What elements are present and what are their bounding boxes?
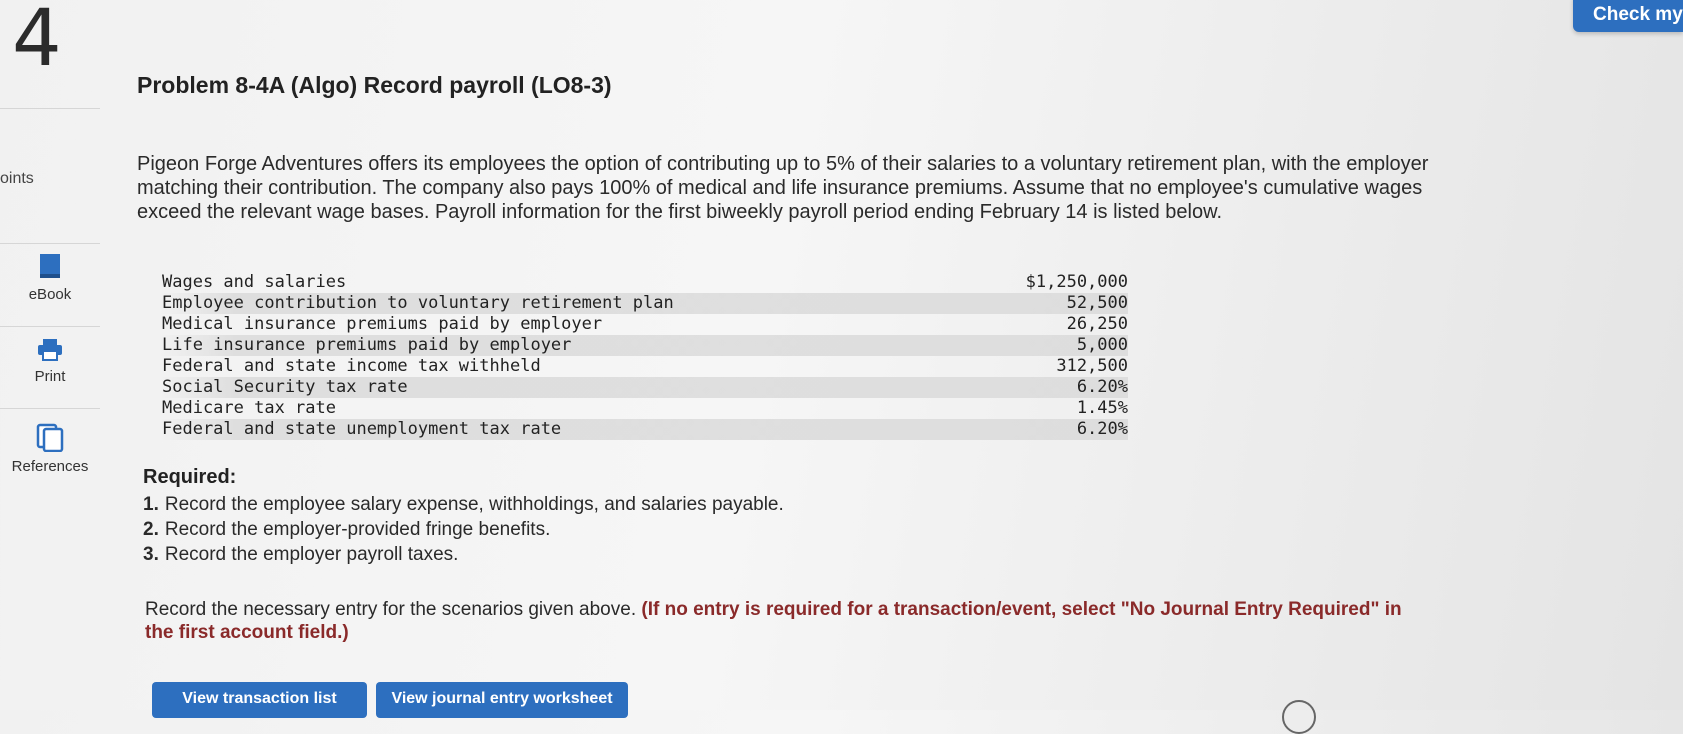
requirement-number: 1.	[143, 494, 159, 515]
sidebar-divider	[0, 243, 100, 244]
points-label: oints	[0, 170, 34, 187]
book-icon	[40, 254, 60, 278]
sidebar-item-print[interactable]: Print	[0, 338, 100, 385]
table-row: Wages and salaries $1,250,000	[158, 272, 1128, 293]
partial-circle-icon	[1282, 700, 1316, 734]
row-value: 6.20%	[1076, 419, 1128, 439]
printer-icon	[38, 339, 62, 361]
payroll-data-table: Wages and salaries $1,250,000 Employee c…	[158, 272, 1128, 440]
sidebar-divider	[0, 108, 100, 109]
page-title: Problem 8-4A (Algo) Record payroll (LO8-…	[137, 72, 612, 98]
row-label: Life insurance premiums paid by employer	[162, 335, 572, 355]
requirement-number: 2.	[143, 519, 159, 540]
required-heading: Required:	[143, 466, 237, 488]
table-row: Medical insurance premiums paid by emplo…	[158, 314, 1128, 335]
row-value: 52,500	[1066, 293, 1128, 313]
row-label: Federal and state unemployment tax rate	[162, 419, 562, 439]
list-item: 2. Record the employer-provided fringe be…	[143, 517, 784, 542]
instruction-text: Record the necessary entry for the scena…	[145, 599, 637, 620]
row-value: $1,250,000	[1025, 272, 1128, 292]
list-item: 3. Record the employer payroll taxes.	[143, 542, 784, 567]
requirement-text: Record the employer payroll taxes.	[164, 544, 459, 565]
problem-description: Pigeon Forge Adventures offers its emplo…	[137, 153, 1429, 223]
question-number: 4	[12, 0, 62, 84]
table-row: Social Security tax rate 6.20%	[158, 377, 1128, 398]
table-row: Federal and state income tax withheld 31…	[158, 356, 1128, 377]
row-label: Social Security tax rate	[162, 377, 408, 397]
row-label: Medical insurance premiums paid by emplo…	[162, 314, 603, 334]
check-my-work-button[interactable]: Check my	[1573, 0, 1683, 32]
row-label: Federal and state income tax withheld	[162, 356, 541, 376]
row-label: Medicare tax rate	[162, 398, 336, 418]
row-value: 5,000	[1076, 335, 1128, 355]
row-label: Wages and salaries	[162, 272, 347, 292]
table-row: Employee contribution to voluntary retir…	[158, 293, 1128, 314]
sidebar-item-label: Print	[34, 368, 66, 385]
sidebar-item-label: eBook	[28, 286, 72, 303]
entry-instruction: Record the necessary entry for the scena…	[145, 598, 1425, 644]
requirement-text: Record the employee salary expense, with…	[164, 494, 784, 515]
sidebar-item-label: References	[11, 458, 89, 475]
sidebar-item-ebook[interactable]: eBook	[0, 252, 100, 303]
row-label: Employee contribution to voluntary retir…	[162, 293, 674, 313]
requirement-number: 3.	[143, 544, 159, 565]
references-icon	[36, 423, 64, 452]
requirements-list: 1. Record the employee salary expense, wi…	[143, 492, 784, 567]
view-transaction-list-button[interactable]: View transaction list	[152, 682, 367, 718]
requirement-text: Record the employer-provided fringe bene…	[164, 519, 551, 540]
sidebar-item-references[interactable]: References	[0, 422, 100, 475]
table-row: Life insurance premiums paid by employer…	[158, 335, 1128, 356]
view-journal-entry-worksheet-button[interactable]: View journal entry worksheet	[376, 682, 628, 718]
table-row: Medicare tax rate 1.45%	[158, 398, 1128, 419]
row-value: 6.20%	[1076, 377, 1128, 397]
row-value: 1.45%	[1076, 398, 1128, 418]
table-row: Federal and state unemployment tax rate …	[158, 419, 1128, 440]
sidebar-divider	[0, 408, 100, 409]
list-item: 1. Record the employee salary expense, wi…	[143, 492, 784, 517]
row-value: 26,250	[1066, 314, 1128, 334]
row-value: 312,500	[1056, 356, 1128, 376]
sidebar-divider	[0, 326, 100, 327]
